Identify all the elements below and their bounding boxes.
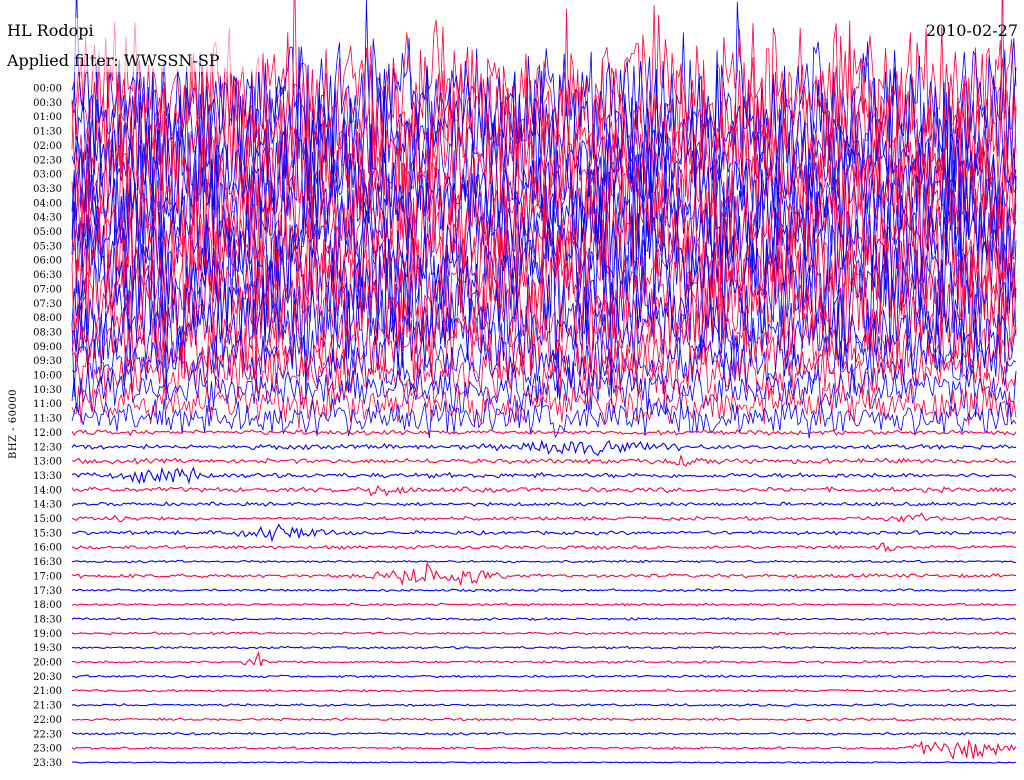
row-label-0700: 07:00 (33, 284, 62, 295)
row-label-0600: 06:00 (33, 256, 62, 267)
row-label-1330: 13:30 (33, 471, 62, 482)
row-label-1030: 10:30 (33, 385, 62, 396)
date-label: 2010-02-27 (926, 21, 1018, 40)
row-label-2330: 23:30 (33, 758, 62, 769)
row-label-2200: 22:00 (33, 715, 62, 726)
row-label-1630: 16:30 (33, 557, 62, 568)
row-label-0530: 05:30 (33, 241, 62, 252)
row-label-0400: 04:00 (33, 198, 62, 209)
row-label-1700: 17:00 (33, 571, 62, 582)
row-label-2230: 22:30 (33, 729, 62, 740)
row-label-1930: 19:30 (33, 643, 62, 654)
row-label-0000: 00:00 (33, 84, 62, 95)
row-label-1230: 12:30 (33, 442, 62, 453)
row-label-0330: 03:30 (33, 184, 62, 195)
row-label-1130: 11:30 (33, 414, 62, 425)
row-label-0430: 04:30 (33, 213, 62, 224)
row-label-0230: 02:30 (33, 155, 62, 166)
row-label-0200: 02:00 (33, 141, 62, 152)
row-label-0830: 08:30 (33, 327, 62, 338)
row-label-2030: 20:30 (33, 672, 62, 683)
row-label-1500: 15:00 (33, 514, 62, 525)
row-label-1530: 15:30 (33, 528, 62, 539)
row-label-1830: 18:30 (33, 614, 62, 625)
row-label-1300: 13:00 (33, 457, 62, 468)
row-label-1900: 19:00 (33, 629, 62, 640)
row-label-2130: 21:30 (33, 701, 62, 712)
row-label-0630: 06:30 (33, 270, 62, 281)
row-label-0930: 09:30 (33, 356, 62, 367)
row-label-1000: 10:00 (33, 371, 62, 382)
row-label-0100: 01:00 (33, 112, 62, 123)
row-label-1200: 12:00 (33, 428, 62, 439)
row-label-1430: 14:30 (33, 500, 62, 511)
row-label-0500: 05:00 (33, 227, 62, 238)
filter-subtitle: Applied filter: WWSSN-SP (6, 51, 220, 70)
y-axis-label: BHZ - 60000 (8, 389, 19, 459)
row-label-2300: 23:00 (33, 744, 62, 755)
row-label-2000: 20:00 (33, 658, 62, 669)
row-label-0800: 08:00 (33, 313, 62, 324)
row-label-1600: 16:00 (33, 543, 62, 554)
row-label-1800: 18:00 (33, 600, 62, 611)
row-label-0130: 01:30 (33, 127, 62, 138)
station-title: HL Rodopi (7, 21, 94, 40)
row-label-2100: 21:00 (33, 686, 62, 697)
row-label-0730: 07:30 (33, 299, 62, 310)
row-label-0300: 03:00 (33, 170, 62, 181)
helicorder-chart: 00:00 00:30 01:00 01:30 02:00 02:30 03:00 03:30… (0, 0, 1024, 780)
row-label-0900: 09:00 (33, 342, 62, 353)
row-label-1400: 14:00 (33, 485, 62, 496)
row-label-0030: 00:30 (33, 98, 62, 109)
row-label-1730: 17:30 (33, 586, 62, 597)
row-label-1100: 11:00 (33, 399, 62, 410)
